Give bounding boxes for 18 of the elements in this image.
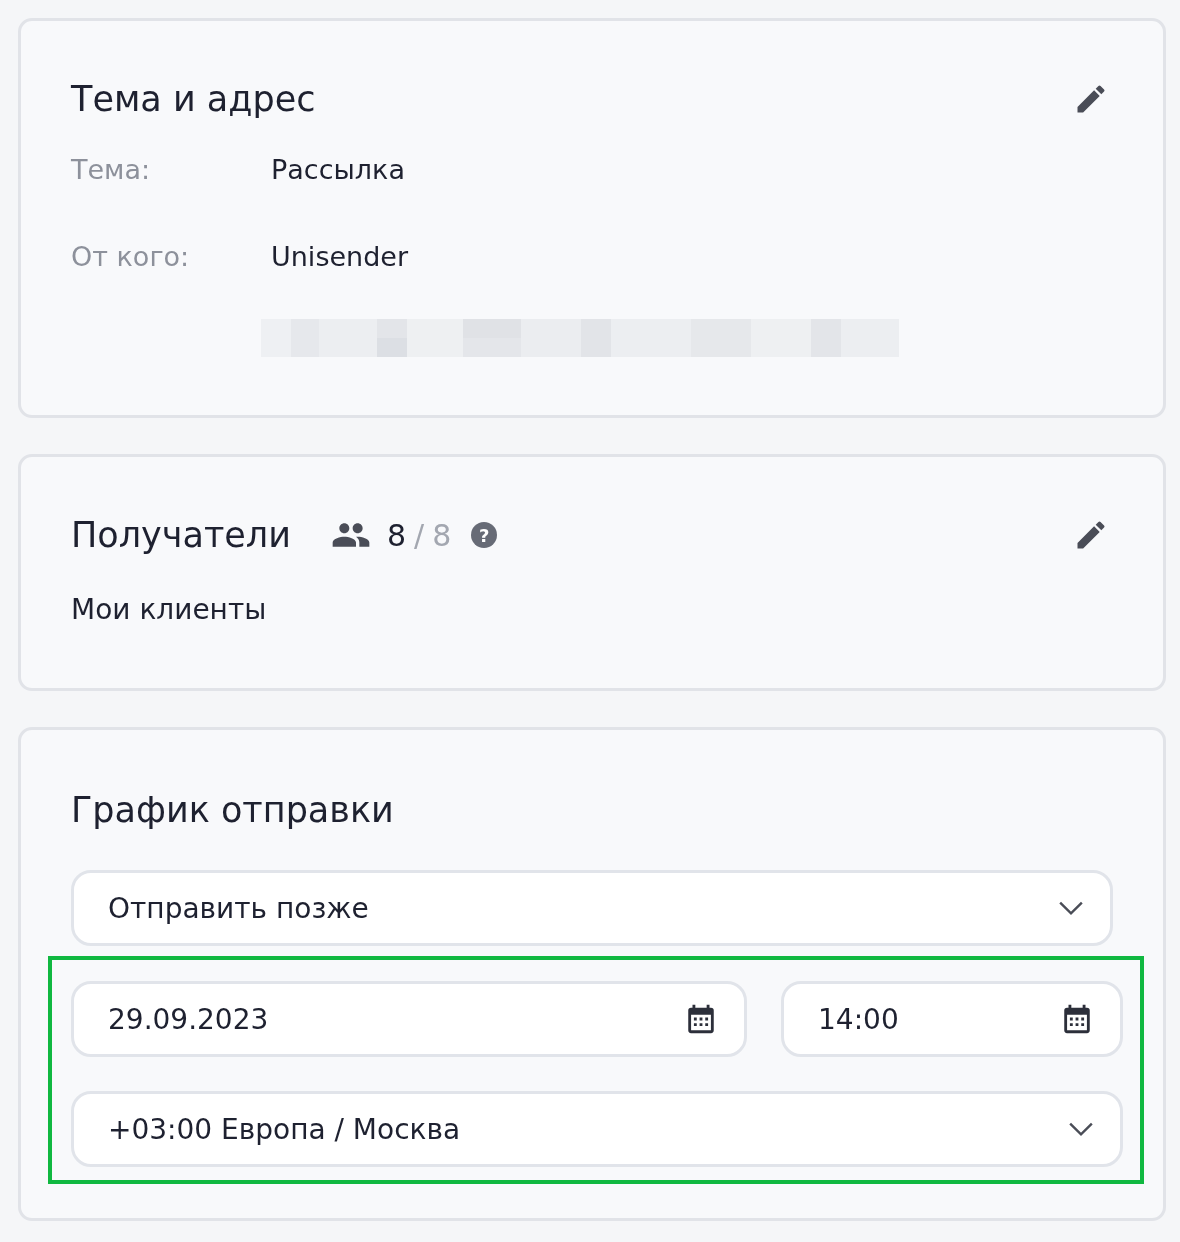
field-value: Рассылка [271, 153, 405, 185]
chevron-down-icon [1068, 1121, 1094, 1137]
count-separator: / [414, 517, 425, 553]
timezone-dropdown[interactable]: +03:00 Европа / Москва [71, 1091, 1123, 1167]
recipient-list-name: Мои клиенты [71, 593, 268, 626]
help-icon[interactable]: ? [471, 522, 498, 548]
recipient-count: 8 [387, 517, 407, 553]
send-mode-dropdown[interactable]: Отправить позже [71, 870, 1113, 946]
card-title: График отправки [71, 789, 395, 832]
field-label: От кого: [71, 240, 191, 272]
chevron-down-icon [1058, 900, 1084, 916]
time-field[interactable]: 14:00 [781, 981, 1123, 1057]
field-label: Тема: [71, 153, 152, 185]
card-title: Тема и адрес [71, 78, 316, 121]
date-field[interactable]: 29.09.2023 [71, 981, 747, 1057]
field-value: Unisender [271, 240, 409, 272]
recipient-total: 8 [432, 517, 452, 553]
card-title: Получатели [71, 514, 291, 557]
